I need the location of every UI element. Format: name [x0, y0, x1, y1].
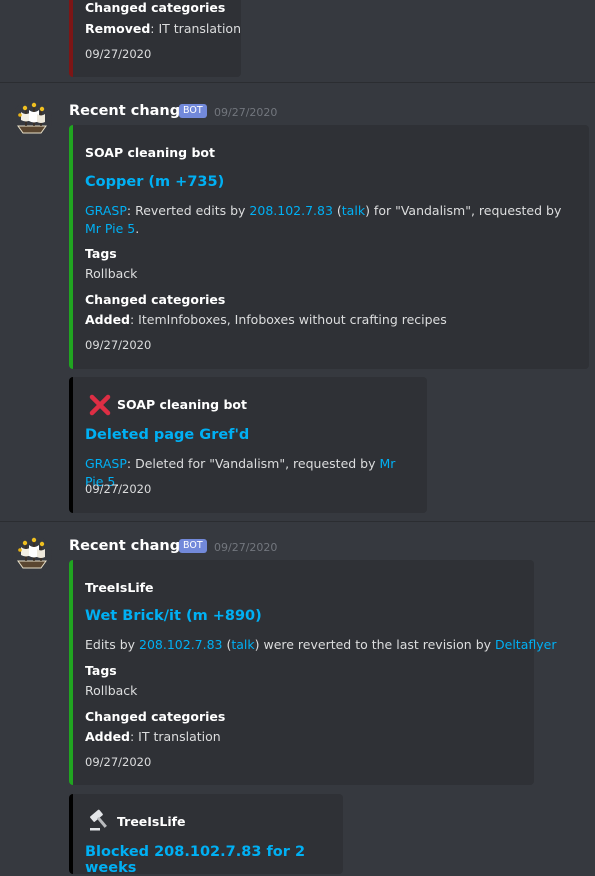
field-value-text: : IT translation: [130, 729, 221, 744]
field-value-text: : IT translation: [150, 21, 241, 36]
embed-footer: 09/27/2020: [85, 482, 152, 496]
bot-badge: BOT: [179, 104, 207, 118]
desc-text: : Deleted for "Vandalism", requested by: [126, 456, 380, 471]
ip-link[interactable]: 208.102.7.83: [249, 203, 333, 218]
user-link[interactable]: Mr Pie 5: [85, 221, 135, 236]
embed-edit-wet-brick: TreeIsLife Wet Brick/it (m +890) Edits b…: [69, 560, 556, 785]
desc-text: ) were reverted to the last revision by: [254, 637, 496, 652]
embed-title-link[interactable]: Copper (m +735): [85, 174, 224, 190]
embed-author[interactable]: SOAP cleaning bot: [117, 397, 247, 412]
embed-title-link[interactable]: Blocked 208.102.7.83 for 2 weeks: [85, 844, 343, 876]
desc-text: : Reverted edits by: [126, 203, 250, 218]
field-name: Changed categories: [85, 0, 226, 15]
embed-footer: 09/27/2020: [85, 755, 152, 769]
ship-avatar-icon: [12, 100, 52, 140]
bot-badge: BOT: [179, 539, 207, 553]
user-link[interactable]: Deltaflyer: [495, 637, 556, 652]
embed-category-removed: Changed categories Removed: IT translati…: [69, 0, 241, 77]
tags-field-name: Tags: [85, 246, 117, 261]
message-timestamp: 09/27/2020: [214, 106, 278, 119]
embed-deleted-page: SOAP cleaning bot Deleted page Gref'd GR…: [69, 377, 427, 513]
message-divider: [0, 521, 595, 522]
grasp-link[interactable]: GRASP: [85, 203, 127, 218]
embed-title-link[interactable]: Deleted page Gref'd: [85, 427, 249, 443]
red-x-icon: [89, 394, 111, 416]
field-value-bold: Added: [85, 312, 130, 327]
tags-field-value: Rollback: [85, 683, 138, 698]
embed-description: Edits by 208.102.7.83 (talk) were revert…: [85, 636, 556, 654]
desc-text: .: [135, 221, 140, 236]
embed-author[interactable]: SOAP cleaning bot: [85, 145, 215, 160]
desc-text: (: [332, 203, 342, 218]
embed-author[interactable]: TreeIsLife: [85, 580, 154, 595]
avatar[interactable]: [12, 100, 52, 140]
field-value-bold: Added: [85, 729, 130, 744]
categories-field-value: Added: IT translation: [85, 729, 221, 744]
gavel-icon: [90, 809, 107, 831]
message-divider: [0, 82, 595, 83]
categories-field-name: Changed categories: [85, 709, 226, 724]
field-value: Removed: IT translation: [85, 21, 241, 36]
talk-link[interactable]: talk: [342, 203, 365, 218]
categories-field-value: Added: ItemInfoboxes, Infoboxes without …: [85, 312, 447, 327]
field-value-text: : ItemInfoboxes, Infoboxes without craft…: [130, 312, 447, 327]
embed-author[interactable]: TreeIsLife: [117, 814, 186, 829]
embed-footer: 09/27/2020: [85, 338, 152, 352]
ship-avatar-icon: [12, 535, 52, 575]
tags-field-name: Tags: [85, 663, 117, 678]
categories-field-name: Changed categories: [85, 292, 226, 307]
message-timestamp: 09/27/2020: [214, 541, 278, 554]
embed-description: GRASP: Reverted edits by 208.102.7.83 (t…: [85, 202, 575, 238]
talk-link[interactable]: talk: [231, 637, 254, 652]
tags-field-value: Rollback: [85, 266, 138, 281]
embed-block-user: TreeIsLife Blocked 208.102.7.83 for 2 we…: [69, 794, 343, 876]
desc-text: Edits by: [85, 637, 139, 652]
field-value-bold: Removed: [85, 21, 151, 36]
avatar[interactable]: [12, 535, 52, 575]
embed-footer: 09/27/2020: [85, 47, 152, 61]
embed-title-link[interactable]: Wet Brick/it (m +890): [85, 608, 262, 624]
embed-edit-copper: SOAP cleaning bot Copper (m +735) GRASP:…: [69, 125, 589, 369]
grasp-link[interactable]: GRASP: [85, 456, 127, 471]
ip-link[interactable]: 208.102.7.83: [139, 637, 223, 652]
desc-text: ) for "Vandalism", requested by: [365, 203, 562, 218]
